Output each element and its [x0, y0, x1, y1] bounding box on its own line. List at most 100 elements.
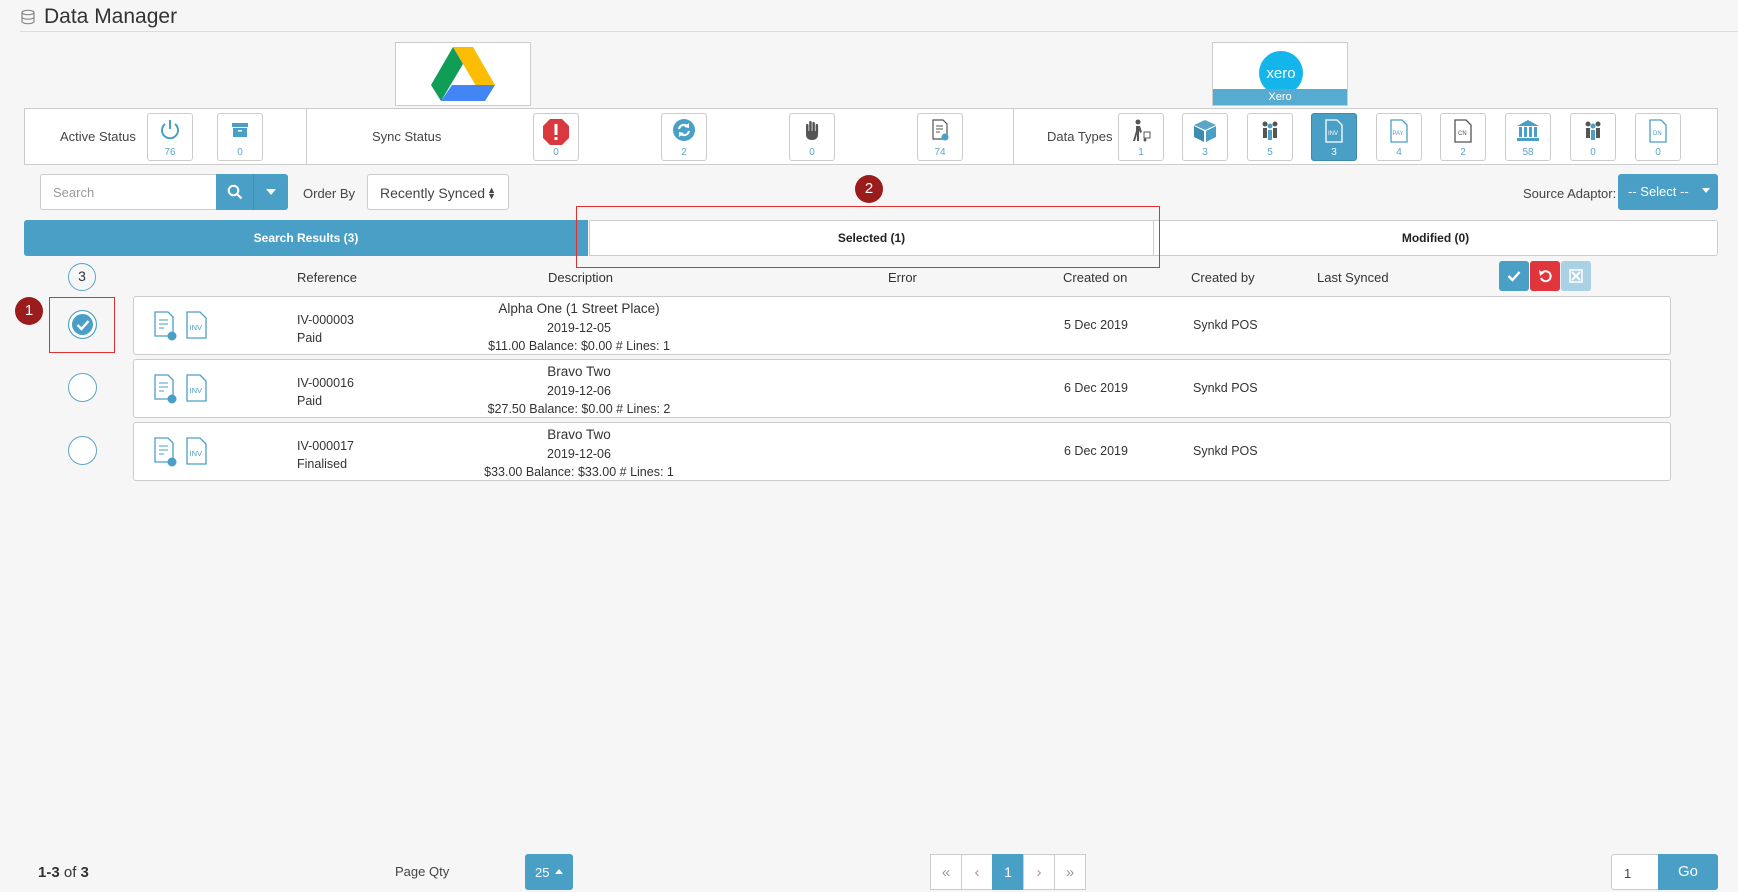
first-page-button[interactable]: «	[930, 854, 962, 890]
filter-synced-tile[interactable]: 74	[917, 113, 963, 161]
filter-type-debit-note-tile[interactable]: DN 0	[1635, 113, 1681, 161]
tile-count: 1	[1138, 147, 1144, 158]
filter-bar: Active Status 76 0 Sync Status 0 2 0 74 …	[24, 108, 1718, 165]
description-amounts: $33.00 Balance: $33.00 # Lines: 1	[484, 465, 674, 479]
source-adaptor-select[interactable]: -- Select --	[1618, 174, 1718, 210]
row-select-radio[interactable]	[68, 373, 97, 402]
clear-selected-button[interactable]	[1561, 261, 1591, 291]
column-header-description[interactable]: Description	[548, 270, 613, 285]
column-header-created-by[interactable]: Created by	[1191, 270, 1255, 285]
source-connector-google-drive[interactable]	[395, 42, 531, 106]
xero-label: Xero	[1213, 89, 1347, 105]
reset-selected-button[interactable]	[1530, 261, 1560, 291]
svg-text:INV: INV	[1328, 131, 1338, 137]
order-by-select[interactable]: Recently Synced ▲ ▼	[367, 174, 509, 210]
filter-type-credit-note-tile[interactable]: CN 2	[1440, 113, 1486, 161]
reference-number: IV-000017	[297, 439, 354, 453]
row-description: Alpha One (1 Street Place) 2019-12-05 $1…	[454, 300, 704, 356]
filter-type-bank-tile[interactable]: 58	[1505, 113, 1551, 161]
error-icon	[543, 119, 569, 145]
page-qty-value: 25	[535, 865, 550, 880]
undo-icon	[1539, 270, 1552, 283]
order-by-label: Order By	[303, 186, 356, 201]
description-amounts: $27.50 Balance: $0.00 # Lines: 2	[487, 402, 671, 416]
caret-down-icon	[1702, 188, 1710, 193]
filter-type-customer-tile[interactable]: 5	[1247, 113, 1293, 161]
table-row[interactable]: INV IV-000016 Paid Bravo Two 2019-12-06 …	[133, 359, 1671, 418]
filter-type-supplier-tile[interactable]: 0	[1570, 113, 1616, 161]
search-button[interactable]	[216, 174, 254, 210]
table-row[interactable]: INV IV-000003 Paid Alpha One (1 Street P…	[133, 296, 1671, 355]
customers-icon	[1262, 121, 1278, 140]
row-reference: IV-000016 Paid	[297, 374, 354, 410]
filter-on-hold-tile[interactable]: 0	[789, 113, 835, 161]
delivery-person-icon	[1133, 119, 1151, 142]
tab-search-results[interactable]: Search Results (3)	[24, 220, 588, 256]
page-qty-dropdown[interactable]: 25	[525, 854, 573, 890]
tile-count: 3	[1202, 147, 1208, 158]
page-qty-label: Page Qty	[395, 864, 450, 879]
filter-error-tile[interactable]: 0	[533, 113, 579, 161]
go-button[interactable]: Go	[1658, 854, 1718, 890]
row-description: Bravo Two 2019-12-06 $33.00 Balance: $33…	[454, 426, 704, 482]
filter-archived-tile[interactable]: 0	[217, 113, 263, 161]
description-name: Bravo Two	[547, 364, 611, 379]
pagination-total: 3	[80, 864, 89, 881]
pagination-range: 1-3	[38, 864, 60, 881]
search-field[interactable]	[40, 174, 216, 210]
tile-count: 76	[164, 147, 176, 158]
document-synced-icon	[154, 311, 177, 341]
approve-selected-button[interactable]	[1499, 261, 1529, 291]
column-header-reference[interactable]: Reference	[297, 270, 357, 285]
clear-icon	[1569, 269, 1583, 283]
filter-active-tile[interactable]: 76	[147, 113, 193, 161]
row-reference: IV-000017 Finalised	[297, 437, 354, 473]
row-select-radio[interactable]	[68, 436, 97, 465]
payment-icon: PAY	[1390, 119, 1408, 143]
tile-count: 74	[934, 147, 946, 158]
tile-count: 0	[1590, 147, 1596, 158]
refresh-icon	[673, 119, 695, 141]
svg-text:INV: INV	[190, 323, 203, 332]
column-header-created-on[interactable]: Created on	[1063, 270, 1127, 285]
tab-modified[interactable]: Modified (0)	[1153, 220, 1718, 256]
filter-type-payment-tile[interactable]: PAY 4	[1376, 113, 1422, 161]
go-to-page-input[interactable]: 1	[1611, 854, 1659, 890]
box-icon	[1194, 120, 1216, 142]
google-drive-logo	[431, 47, 495, 101]
caret-up-icon	[555, 869, 563, 874]
pagination: « ‹ 1 › »	[930, 854, 1086, 890]
search-options-dropdown[interactable]	[254, 174, 288, 210]
column-header-last-synced[interactable]: Last Synced	[1317, 270, 1389, 285]
tile-count: 0	[237, 147, 243, 158]
column-header-error[interactable]: Error	[888, 270, 917, 285]
svg-text:INV: INV	[190, 449, 203, 458]
caret-down-icon	[266, 189, 276, 195]
filter-type-invoice-tile[interactable]: INV 3	[1311, 113, 1357, 161]
suppliers-icon	[1585, 121, 1601, 140]
filter-type-delivery-tile[interactable]: 1	[1118, 113, 1164, 161]
search-icon	[227, 184, 242, 200]
filter-type-product-tile[interactable]: 3	[1182, 113, 1228, 161]
row-created-by: Synkd POS	[1193, 444, 1258, 458]
destination-connector-xero[interactable]: xero Xero	[1212, 42, 1348, 106]
previous-page-button[interactable]: ‹	[961, 854, 993, 890]
last-page-button[interactable]: »	[1054, 854, 1086, 890]
invoice-icon: INV	[186, 374, 207, 402]
next-page-button[interactable]: ›	[1023, 854, 1055, 890]
reference-status: Paid	[297, 331, 323, 345]
current-page-button[interactable]: 1	[992, 854, 1024, 890]
search-input[interactable]	[41, 175, 216, 209]
document-synced-icon	[932, 119, 949, 141]
tile-count: 0	[1655, 147, 1661, 158]
bank-icon	[1517, 120, 1539, 141]
filter-pending-tile[interactable]: 2	[661, 113, 707, 161]
tile-count: 2	[681, 147, 687, 158]
tile-count: 0	[553, 147, 559, 158]
table-row[interactable]: INV IV-000017 Finalised Bravo Two 2019-1…	[133, 422, 1671, 481]
sync-status-label: Sync Status	[372, 129, 442, 144]
hand-stop-icon	[806, 121, 819, 140]
row-description: Bravo Two 2019-12-06 $27.50 Balance: $0.…	[454, 363, 704, 419]
active-status-group: Active Status 76 0	[25, 109, 307, 164]
reference-status: Paid	[297, 394, 323, 408]
